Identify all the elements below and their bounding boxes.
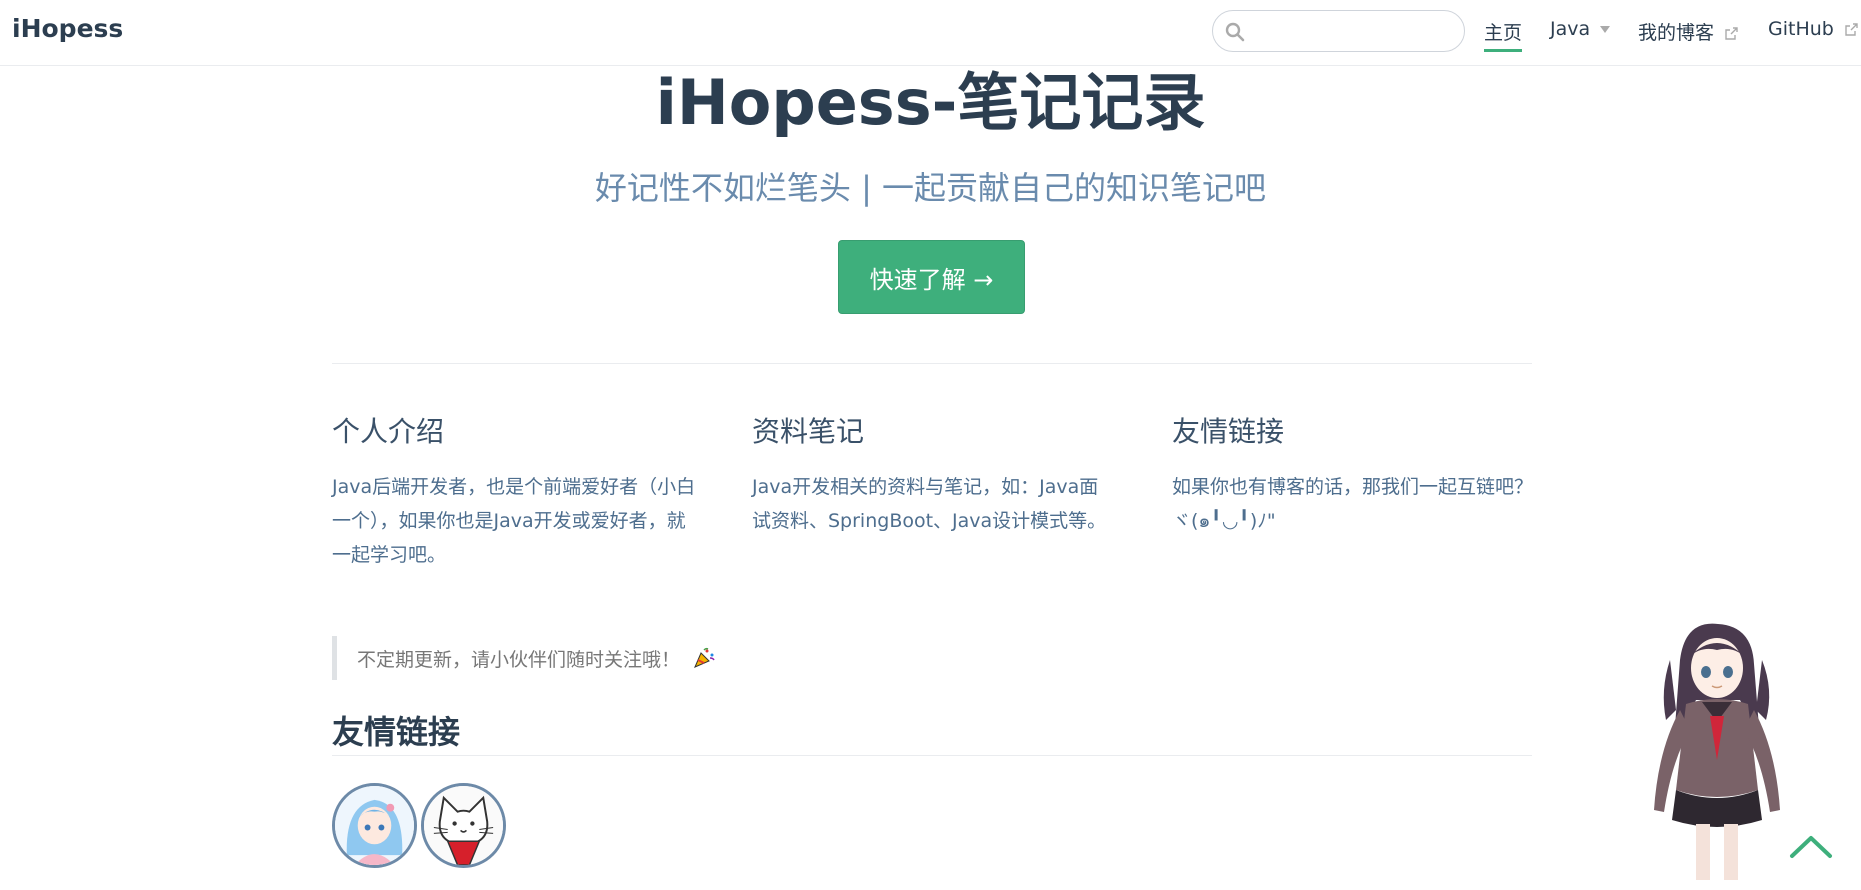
nav-item-blog[interactable]: 我的博客 bbox=[1638, 18, 1738, 45]
update-tip: 不定期更新，请小伙伴们随时关注哦！ bbox=[332, 636, 716, 680]
anime-girl-avatar-image bbox=[335, 786, 414, 865]
search-box[interactable] bbox=[1212, 10, 1465, 52]
section-divider bbox=[332, 363, 1532, 364]
feature-notes: 资料笔记 Java开发相关的资料与笔记，如：Java面试资料、SpringBoo… bbox=[752, 410, 1117, 538]
hero-description: 好记性不如烂笔头 | 一起贡献自己的知识笔记吧 bbox=[594, 169, 1267, 207]
heading-rule bbox=[332, 755, 1532, 756]
search-input[interactable] bbox=[1253, 19, 1453, 43]
feature-friend-links: 友情链接 如果你也有博客的话，那我们一起互链吧？ ヾ(๑╹◡╹)ﾉ" bbox=[1172, 410, 1537, 538]
quick-start-button[interactable]: 快速了解 → bbox=[838, 240, 1025, 314]
back-to-top-icon[interactable] bbox=[1788, 832, 1834, 862]
nav-item-github-label: GitHub bbox=[1768, 18, 1834, 40]
party-popper-icon bbox=[694, 647, 715, 668]
feature-intro: 个人介绍 Java后端开发者，也是个前端爱好者（小白一个），如果你也是Java开… bbox=[332, 410, 697, 572]
nav-item-java-label: Java bbox=[1550, 18, 1591, 40]
tip-text: 不定期更新，请小伙伴们随时关注哦！ bbox=[357, 648, 681, 671]
external-link-icon bbox=[1845, 22, 1858, 36]
nav-item-github[interactable]: GitHub bbox=[1768, 18, 1858, 40]
mascot-character[interactable] bbox=[1640, 620, 1790, 890]
nav-item-blog-label: 我的博客 bbox=[1638, 22, 1715, 44]
chevron-down-icon bbox=[1600, 26, 1611, 33]
feature-title: 个人介绍 bbox=[332, 415, 445, 448]
cat-avatar-image bbox=[424, 786, 503, 865]
site-name-link[interactable]: iHopess bbox=[12, 14, 123, 43]
friend-avatar-anime-girl[interactable] bbox=[332, 783, 417, 868]
feature-title: 友情链接 bbox=[1172, 415, 1285, 448]
feature-details: 如果你也有博客的话，那我们一起互链吧？ ヾ(๑╹◡╹)ﾉ" bbox=[1172, 476, 1534, 532]
external-link-icon bbox=[1725, 26, 1738, 40]
navbar: iHopess 主页 Java 我的博客 GitHub bbox=[0, 0, 1861, 66]
friend-links-heading: 友情链接 bbox=[332, 713, 461, 751]
feature-title: 资料笔记 bbox=[752, 415, 865, 448]
friend-avatar-cat[interactable] bbox=[421, 783, 506, 868]
feature-details: Java后端开发者，也是个前端爱好者（小白一个），如果你也是Java开发或爱好者… bbox=[332, 476, 696, 566]
feature-details: Java开发相关的资料与笔记，如：Java面试资料、SpringBoot、Jav… bbox=[752, 476, 1107, 532]
search-icon bbox=[1225, 22, 1245, 42]
nav-item-home[interactable]: 主页 bbox=[1484, 18, 1523, 52]
nav-item-java-dropdown[interactable]: Java bbox=[1550, 18, 1611, 40]
